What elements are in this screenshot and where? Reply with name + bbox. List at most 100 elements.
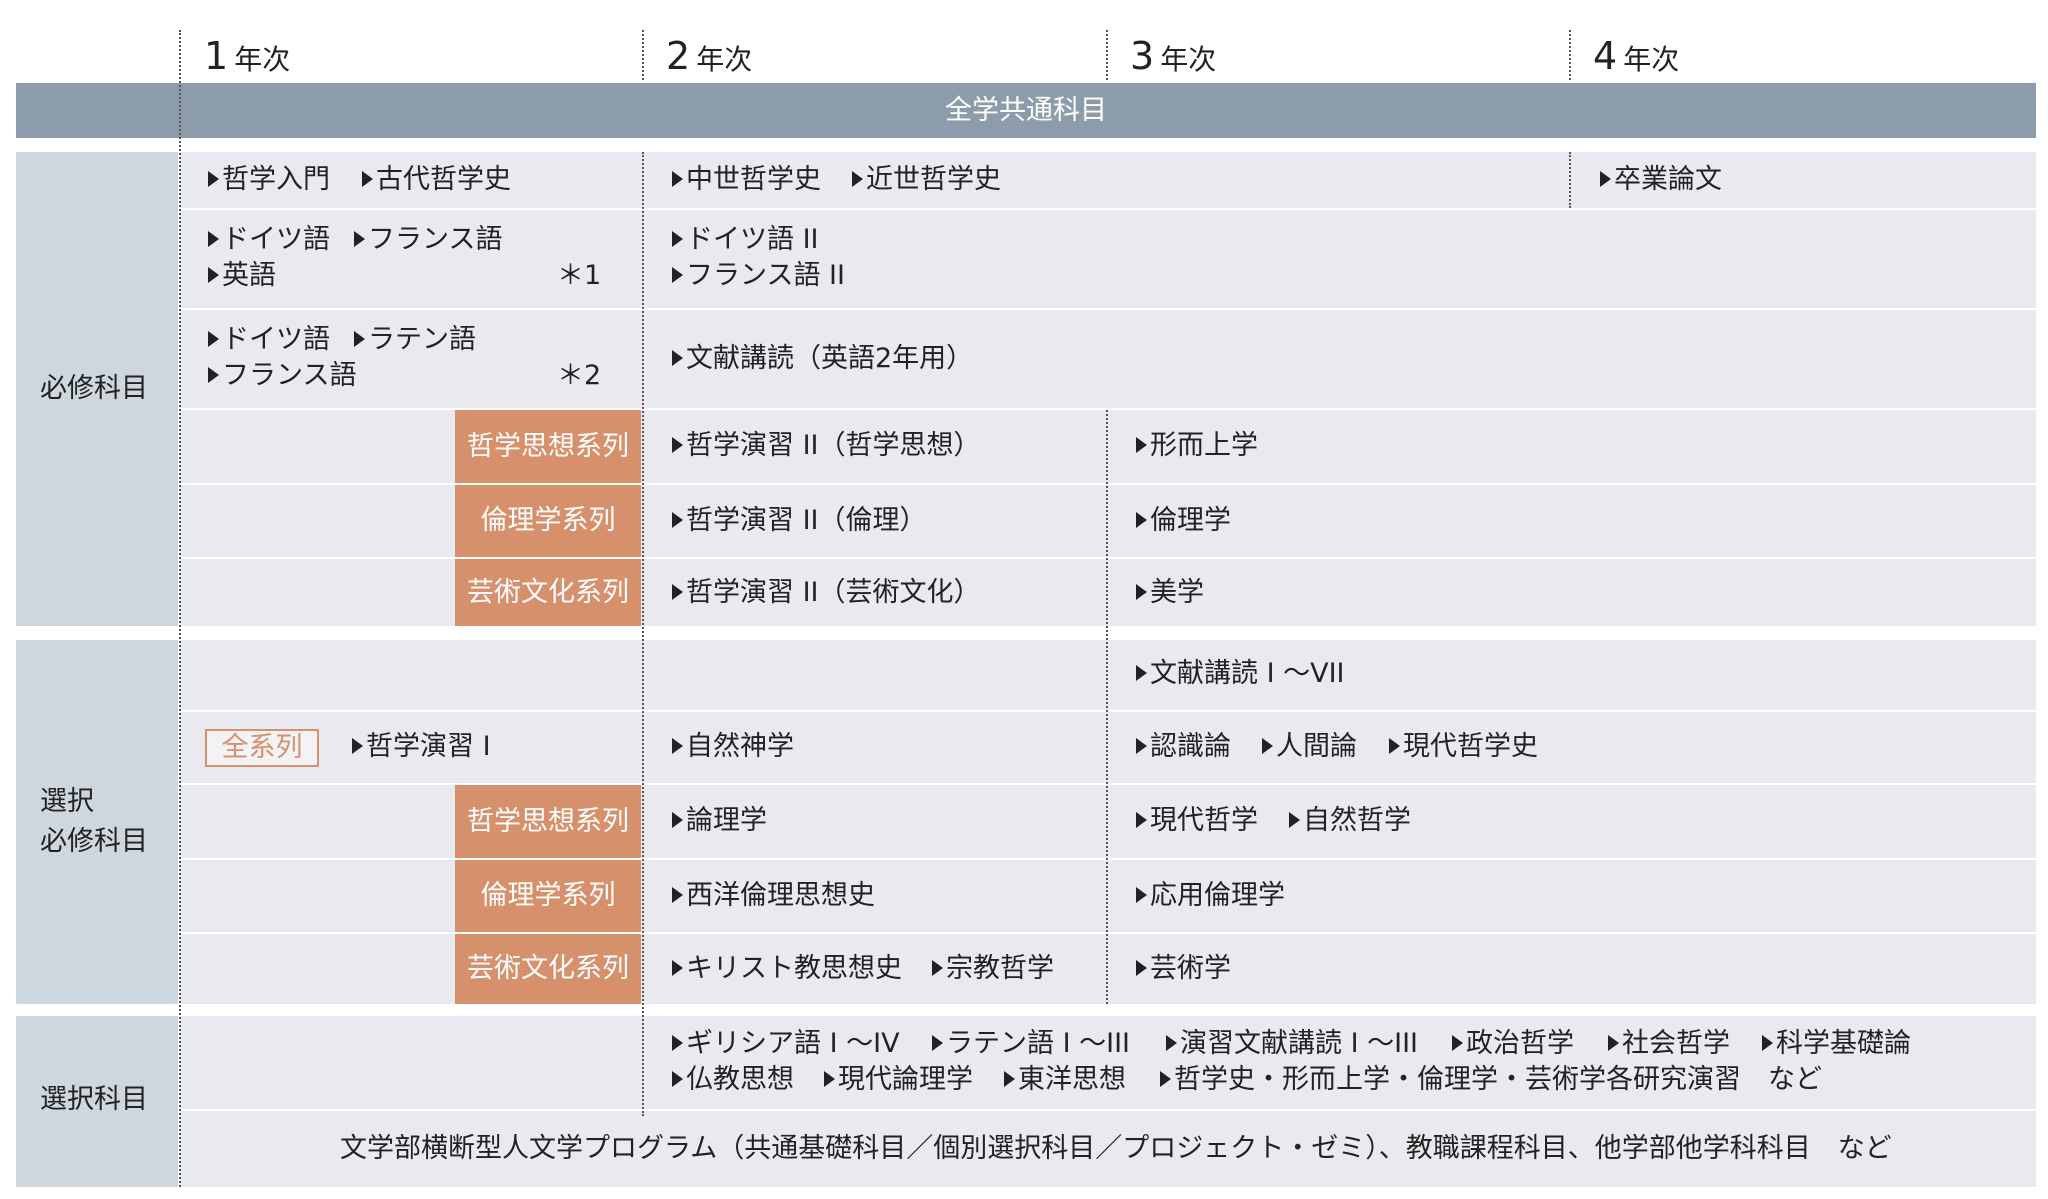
triangle-bullet-icon [672, 1035, 683, 1051]
triangle-bullet-icon [932, 1035, 943, 1051]
course-label: 人間論 [1276, 731, 1357, 762]
course-label: ギリシア語 I 〜IV [686, 1028, 900, 1059]
course-label: 認識論 [1150, 731, 1231, 762]
triangle-bullet-icon [1136, 960, 1147, 976]
course-label: 形而上学 [1150, 430, 1258, 461]
triangle-bullet-icon [1004, 1071, 1015, 1087]
course-item: 美学 [1136, 575, 1204, 611]
course-item: 哲学史・形而上学・倫理学・芸術学各研究演習 など [1160, 1062, 1822, 1098]
course-item: 宗教哲学 [932, 951, 1054, 987]
divider-year3-head [1106, 30, 1108, 80]
course-item: 認識論 [1136, 729, 1231, 765]
course-item: フランス語 [208, 358, 356, 394]
course-item: ギリシア語 I 〜IV [672, 1026, 900, 1062]
year-label: 年次 [234, 43, 291, 76]
triangle-bullet-icon [1136, 887, 1147, 903]
course-label: 卒業論文 [1614, 164, 1722, 195]
course-label: 社会哲学 [1622, 1028, 1730, 1059]
year-label: 年次 [1623, 43, 1680, 76]
course-item: 哲学演習 I [352, 729, 491, 765]
course-label: 近世哲学史 [866, 164, 1001, 195]
course-item: 仏教思想 [672, 1062, 794, 1098]
course-item: 英語 [208, 258, 276, 294]
badge-all-series: 全系列 [205, 729, 319, 767]
category-selective-label-2: 必修科目 [40, 826, 148, 857]
triangle-bullet-icon [672, 1071, 683, 1087]
course-item: 形而上学 [1136, 428, 1258, 464]
course-label: 応用倫理学 [1150, 880, 1285, 911]
course-label: 文献講読（英語2年用） [686, 343, 974, 374]
course-item: 論理学 [672, 803, 767, 839]
course-label: 現代哲学 [1150, 805, 1258, 836]
category-selective-label-1: 選択 [40, 786, 94, 817]
triangle-bullet-icon [672, 960, 683, 976]
badge-ethics-series: 倫理学系列 [455, 860, 641, 932]
course-label: 芸術学 [1150, 953, 1231, 984]
footnote-marker: ＊1 [557, 260, 602, 291]
triangle-bullet-icon [208, 171, 219, 187]
course-label: 哲学演習 II（倫理） [686, 505, 927, 536]
year-header-4: 4 年次 [1593, 36, 1679, 80]
course-item: 中世哲学史 [672, 162, 821, 198]
course-label: 宗教哲学 [946, 953, 1054, 984]
divider-year4-head [1569, 30, 1571, 80]
course-label: 東洋思想 [1018, 1064, 1126, 1095]
course-item: 現代論理学 [824, 1062, 973, 1098]
triangle-bullet-icon [672, 267, 683, 283]
triangle-bullet-icon [932, 960, 943, 976]
course-item: 芸術学 [1136, 951, 1231, 987]
triangle-bullet-icon [354, 231, 365, 247]
triangle-bullet-icon [208, 331, 219, 347]
course-label: 演習文献講読 I 〜III [1180, 1028, 1419, 1059]
course-item: 西洋倫理思想史 [672, 878, 875, 914]
course-item: ドイツ語 [208, 322, 330, 358]
course-item: 哲学演習 II（哲学思想） [672, 428, 981, 464]
divider-year3 [1106, 410, 1108, 1004]
triangle-bullet-icon [352, 738, 363, 754]
course-label: ドイツ語 [222, 224, 330, 255]
course-label: フランス語 [368, 224, 503, 255]
category-required-label: 必修科目 [40, 373, 148, 404]
triangle-bullet-icon [1762, 1035, 1773, 1051]
course-label: ラテン語 I 〜III [946, 1028, 1131, 1059]
triangle-bullet-icon [1166, 1035, 1177, 1051]
course-item: ドイツ語 II [672, 222, 819, 258]
course-item: 現代哲学史 [1389, 729, 1538, 765]
course-label: 哲学入門 [222, 164, 330, 195]
course-label: フランス語 [222, 360, 357, 391]
course-item: ラテン語 I 〜III [932, 1026, 1130, 1062]
course-label: キリスト教思想史 [686, 953, 902, 984]
course-label: 現代哲学史 [1403, 731, 1538, 762]
course-item: 文献講読（英語2年用） [672, 341, 973, 377]
triangle-bullet-icon [672, 171, 683, 187]
triangle-bullet-icon [1136, 665, 1147, 681]
course-label: 倫理学 [1150, 505, 1231, 536]
course-label: 美学 [1150, 577, 1204, 608]
triangle-bullet-icon [1136, 437, 1147, 453]
triangle-bullet-icon [672, 350, 683, 366]
course-label: 現代論理学 [838, 1064, 973, 1095]
course-label: 哲学史・形而上学・倫理学・芸術学各研究演習 など [1174, 1064, 1822, 1095]
common-subjects-band: 全学共通科目 [16, 83, 2036, 138]
course-label: 哲学演習 I [366, 731, 491, 762]
badge-art-series: 芸術文化系列 [455, 934, 641, 1004]
footnote-marker: ＊2 [557, 360, 602, 391]
course-item: 卒業論文 [1600, 162, 1722, 198]
divider-year2-head [642, 30, 644, 80]
course-label: ドイツ語 II [686, 224, 819, 255]
category-selective-required-box [16, 640, 178, 1004]
course-label: 政治哲学 [1466, 1028, 1574, 1059]
course-item: 人間論 [1262, 729, 1357, 765]
triangle-bullet-icon [1608, 1035, 1619, 1051]
elective-other-programs: 文学部横断型人文学プログラム（共通基礎科目／個別選択科目／プロジェクト・ゼミ）、… [340, 1133, 1892, 1164]
triangle-bullet-icon [672, 437, 683, 453]
year-number: 3 [1130, 34, 1155, 78]
triangle-bullet-icon [672, 887, 683, 903]
divider-year4 [1569, 152, 1571, 208]
course-item: 社会哲学 [1608, 1026, 1730, 1062]
course-label: 哲学演習 II（芸術文化） [686, 577, 981, 608]
course-item: 応用倫理学 [1136, 878, 1285, 914]
year-label: 年次 [696, 43, 753, 76]
triangle-bullet-icon [672, 584, 683, 600]
course-label: 哲学演習 II（哲学思想） [686, 430, 981, 461]
